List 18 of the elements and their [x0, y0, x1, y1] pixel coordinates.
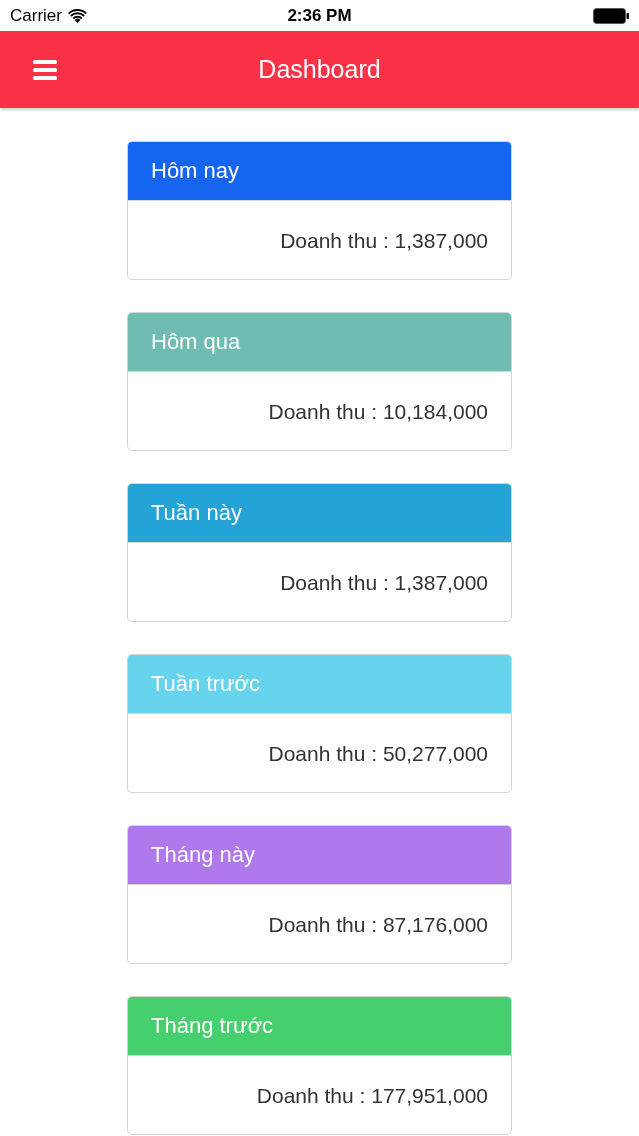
card-title: Tháng trước — [151, 1015, 274, 1037]
card-title: Hôm nay — [151, 160, 240, 182]
menu-icon — [33, 60, 57, 80]
card-title: Hôm qua — [151, 331, 241, 353]
revenue-text: Doanh thu : 177,951,000 — [256, 1084, 488, 1106]
page-title: Dashboard — [258, 57, 381, 82]
revenue-text: Doanh thu : 1,387,000 — [280, 571, 488, 593]
revenue-text: Doanh thu : 10,184,000 — [268, 400, 488, 422]
card-title: Tháng này — [151, 844, 255, 866]
status-time: 2:36 PM — [287, 7, 352, 24]
card-title: Tuần này — [151, 502, 242, 524]
revenue-text: Doanh thu : 50,277,000 — [268, 742, 488, 764]
card-title: Tuần trước — [151, 673, 261, 695]
wifi-icon — [67, 8, 87, 23]
battery-icon — [593, 7, 629, 24]
revenue-text: Doanh thu : 87,176,000 — [268, 913, 488, 935]
revenue-text: Doanh thu : 1,387,000 — [280, 229, 488, 251]
carrier-name: Carrier — [10, 7, 62, 24]
